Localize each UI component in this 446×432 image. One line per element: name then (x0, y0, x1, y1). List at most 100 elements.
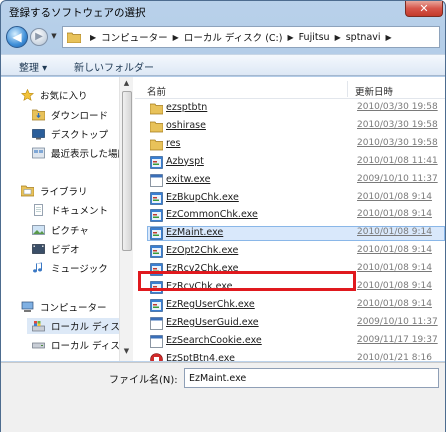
file-row[interactable]: EzOpt2Chk.exe 2010/01/08 9:14 (147, 244, 445, 259)
scroll-thumb[interactable] (122, 91, 132, 251)
folder-icon (149, 102, 164, 115)
file-name: oshirase (166, 119, 206, 131)
windows-drive-icon (32, 321, 45, 332)
window-title: 登録するソフトウェアの選択 (9, 7, 146, 19)
folder-icon (149, 120, 164, 133)
app-icon (150, 227, 163, 241)
navigation-pane: お気に入り ダウンロード デスクトップ 最近表示した場所 ライブラリ ドキュメン… (1, 77, 133, 361)
file-modified-date: 2010/01/08 9:14 (357, 263, 432, 274)
videos-icon (32, 244, 45, 254)
nav-documents[interactable]: ドキュメント (32, 202, 108, 218)
file-row[interactable]: EzBkupChk.exe 2010/01/08 9:14 (147, 191, 445, 206)
desktop-icon (32, 129, 45, 140)
back-button[interactable]: ◀ (6, 26, 28, 48)
breadcrumb-fujitsu[interactable]: Fujitsu (299, 32, 330, 43)
file-row[interactable]: EzSptBtn4.exe 2010/01/21 8:16 (147, 352, 445, 361)
star-icon (21, 89, 34, 101)
file-row[interactable]: oshirase 2010/03/30 19:58 (147, 119, 445, 134)
app-icon (150, 245, 163, 258)
title-bar: 登録するソフトウェアの選択 ✕ (1, 1, 445, 23)
nav-favorites-label: お気に入り (40, 91, 88, 102)
column-name-header[interactable]: 名前 (147, 84, 166, 98)
file-row[interactable]: res 2010/03/30 19:58 (147, 137, 445, 152)
nav-desktop-label: デスクトップ (51, 130, 109, 141)
file-row[interactable]: EzSearchCookie.exe 2009/11/17 19:37 (147, 334, 445, 349)
exe-icon (150, 316, 163, 330)
filename-input[interactable] (184, 368, 439, 388)
nav-computer-label: コンピューター (40, 303, 107, 314)
nav-local-disk-d[interactable]: ローカル ディスク (32, 337, 129, 353)
file-row[interactable]: EzMaint.exe 2010/01/08 9:14 (147, 226, 445, 242)
music-icon (33, 262, 43, 273)
nav-favorites[interactable]: お気に入り (21, 87, 88, 103)
address-bar[interactable]: ▶ コンピューター ▶ ローカル ディスク (C:) ▶ Fujitsu ▶ s… (62, 26, 440, 48)
file-modified-date: 2009/11/17 19:37 (357, 334, 438, 345)
file-modified-date: 2010/01/08 9:14 (357, 191, 432, 202)
nav-local-disk-label: ローカル ディスク (51, 341, 130, 352)
forward-button[interactable]: ▶ (30, 28, 48, 46)
breadcrumb-separator-icon: ▶ (172, 32, 179, 42)
nav-libraries[interactable]: ライブラリ (21, 183, 88, 199)
nav-downloads[interactable]: ダウンロード (32, 107, 108, 123)
exe-icon (150, 173, 163, 187)
file-name: exitw.exe (166, 173, 211, 185)
documents-icon (34, 204, 43, 216)
file-open-dialog: 登録するソフトウェアの選択 ✕ ◀ ▶ ▼ ▶ コンピューター ▶ ローカル デ… (0, 0, 446, 432)
navigation-scrollbar[interactable]: ▲ ▼ (119, 77, 133, 361)
file-row[interactable]: Azbyspt 2010/01/08 11:41 (147, 155, 445, 170)
nav-music[interactable]: ミュージック (32, 260, 108, 276)
breadcrumb-local-disk[interactable]: ローカル ディスク (C:) (184, 30, 283, 44)
nav-local-disk-c[interactable]: ローカル ディスク (27, 318, 129, 334)
breadcrumb-sptnavi[interactable]: sptnavi (346, 32, 381, 43)
file-name: ezsptbtn (166, 102, 208, 113)
nav-music-label: ミュージック (51, 264, 108, 275)
file-name: EzRcv2Chk.exe (166, 263, 239, 275)
column-date-header[interactable]: 更新日時 (355, 84, 393, 98)
file-name: EzRegUserGuid.exe (166, 316, 259, 328)
close-button[interactable]: ✕ (405, 1, 443, 17)
file-row[interactable]: EzRcv2Chk.exe 2010/01/08 9:14 (147, 262, 445, 277)
nav-recent-places[interactable]: 最近表示した場所 (32, 145, 127, 161)
file-name: EzSptBtn4.exe (166, 352, 235, 361)
nav-computer[interactable]: コンピューター (21, 299, 107, 315)
column-divider[interactable] (347, 81, 348, 97)
nav-libraries-label: ライブラリ (40, 187, 88, 198)
file-row[interactable]: EzRegUserGuid.exe 2009/10/10 11:37 (147, 316, 445, 331)
folder-icon (67, 32, 81, 43)
file-name: EzSearchCookie.exe (166, 334, 262, 346)
red-app-icon (150, 352, 163, 361)
pictures-icon (32, 225, 45, 235)
file-row[interactable]: EzRegUserChk.exe 2010/01/08 9:14 (147, 298, 445, 313)
file-row[interactable]: EzCommonChk.exe 2010/01/08 9:14 (147, 208, 445, 223)
new-folder-button[interactable]: 新しいフォルダー (74, 59, 154, 74)
drive-icon (32, 342, 45, 349)
file-modified-date: 2010/03/30 19:58 (357, 102, 438, 112)
scroll-up-icon[interactable]: ▲ (121, 79, 132, 89)
file-row[interactable]: exitw.exe 2009/10/10 11:37 (147, 173, 445, 188)
file-list: 名前 更新日時 ezsptbtn 2010/03/30 19:58 oshirase… (135, 77, 445, 361)
file-modified-date: 2010/01/08 9:14 (357, 245, 432, 256)
nav-local-disk-label: ローカル ディスク (51, 322, 130, 333)
navigation-bar: ◀ ▶ ▼ ▶ コンピューター ▶ ローカル ディスク (C:) ▶ Fujit… (1, 25, 445, 51)
scroll-down-icon[interactable]: ▼ (121, 347, 132, 357)
breadcrumb-separator-icon: ▶ (90, 32, 97, 42)
nav-recent-places-label: 最近表示した場所 (51, 149, 128, 160)
organize-button[interactable]: 整理 ▾ (19, 59, 47, 74)
dialog-footer: ファイル名(N): (1, 362, 445, 432)
nav-videos[interactable]: ビデオ (32, 241, 80, 257)
file-modified-date: 2010/01/08 9:14 (357, 209, 432, 220)
nav-pictures[interactable]: ピクチャ (32, 222, 89, 238)
nav-downloads-label: ダウンロード (51, 111, 109, 122)
folder-icon (149, 138, 164, 151)
file-row[interactable]: EzRcvChk.exe 2010/01/08 9:14 (147, 280, 445, 295)
file-name: EzMaint.exe (166, 227, 224, 239)
history-dropdown-icon[interactable]: ▼ (49, 32, 59, 42)
file-modified-date: 2010/01/08 9:14 (357, 227, 432, 238)
forward-arrow-icon: ▶ (35, 31, 43, 42)
nav-desktop[interactable]: デスクトップ (32, 126, 108, 142)
breadcrumb-separator-icon: ▶ (385, 32, 392, 42)
file-row[interactable]: ezsptbtn 2010/03/30 19:58 (147, 101, 445, 116)
file-modified-date: 2010/03/30 19:58 (357, 137, 438, 148)
breadcrumb-separator-icon: ▶ (287, 32, 294, 42)
breadcrumb-computer[interactable]: コンピューター (101, 30, 168, 44)
